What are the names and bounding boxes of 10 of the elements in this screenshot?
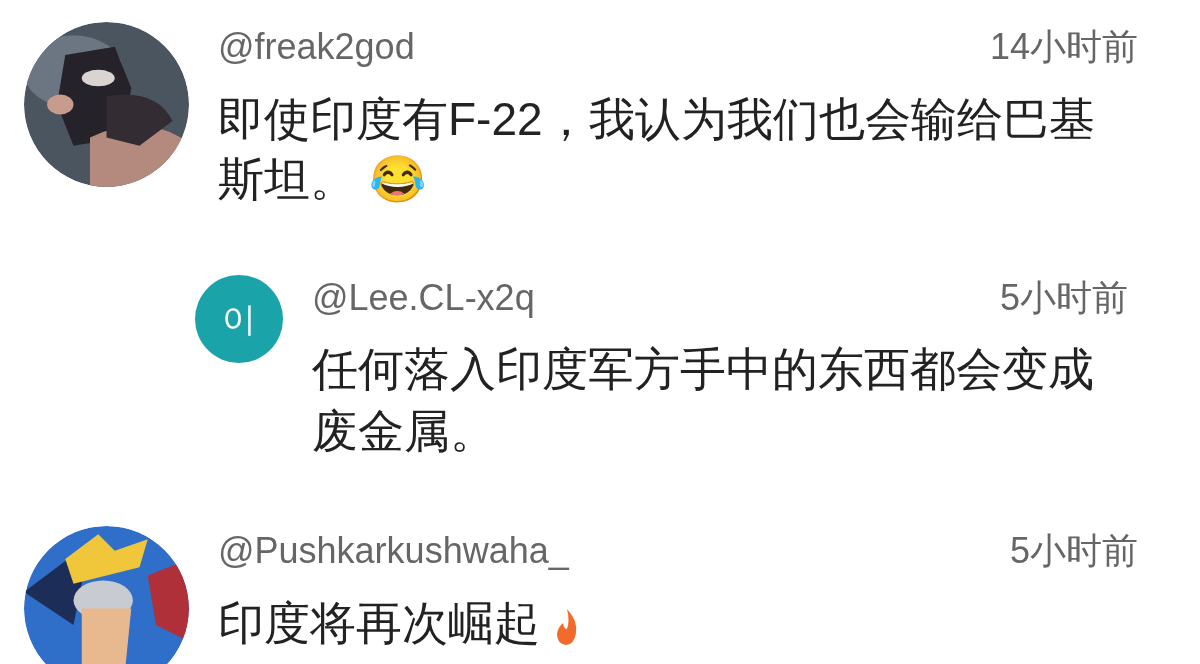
username[interactable]: @Pushkarkushwaha_ xyxy=(218,524,569,578)
username[interactable]: @freak2god xyxy=(218,20,415,74)
avatar: 이 xyxy=(195,275,283,363)
comment-text: 即使印度有F-22，我认为我们也会输给巴基斯坦。 😂 xyxy=(218,93,1095,205)
timestamp: 5小时前 xyxy=(1009,529,1138,573)
username[interactable]: @Lee.CL-x2q xyxy=(312,271,535,325)
comment-text: 任何落入印度军方手中的东西都会变成废金属。 xyxy=(312,343,1094,457)
comment-text: 印度将再次崛起 xyxy=(218,597,540,649)
timestamp: 5小时前 xyxy=(999,276,1128,320)
timestamp: 14小时前 xyxy=(989,25,1138,69)
